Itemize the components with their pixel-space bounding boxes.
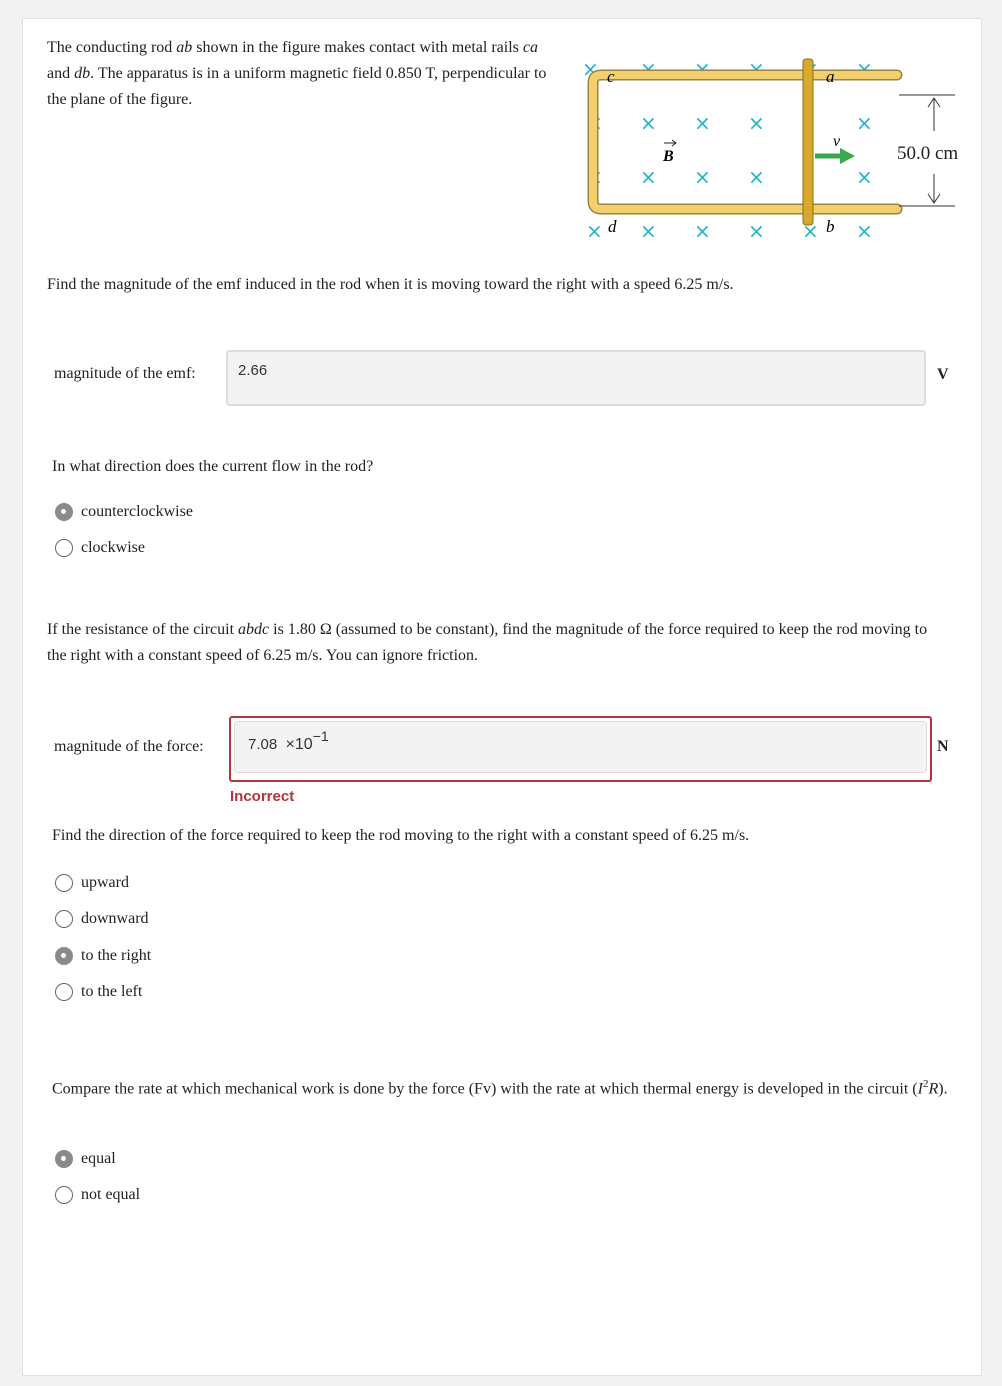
emf-answer-field[interactable]: 2.66	[226, 350, 926, 406]
field-into-page-mark: ×	[640, 111, 657, 135]
question-power-comparison: Compare the rate at which mechanical wor…	[52, 1070, 952, 1103]
radio-button[interactable]	[55, 983, 73, 1001]
point-b-label: b	[826, 217, 835, 236]
radio-button[interactable]	[55, 874, 73, 892]
question-force-direction: Find the direction of the force required…	[52, 827, 750, 844]
intro-text: shown in the figure makes contact with m…	[192, 39, 523, 56]
intro-text: The conducting rod	[47, 39, 177, 56]
question-page: The conducting rod ab shown in the figur…	[22, 18, 982, 1376]
question-emf: Find the magnitude of the emf induced in…	[47, 276, 734, 293]
point-d-label: d	[608, 217, 617, 236]
option-to-the-left[interactable]: to the left	[55, 981, 142, 1003]
option-label: equal	[81, 1150, 116, 1167]
option-label: to the right	[81, 947, 152, 964]
field-into-page-mark: ×	[856, 165, 873, 189]
velocity-arrowhead	[840, 148, 855, 164]
option-label: counterclockwise	[81, 503, 193, 520]
rail-outline	[587, 69, 903, 215]
radio-button[interactable]	[55, 539, 73, 557]
force-input[interactable]: 7.08 ×10−1	[234, 721, 927, 773]
conducting-rod	[802, 58, 814, 226]
option-to-the-right[interactable]: to the right	[55, 945, 151, 967]
rod-label: ab	[176, 39, 193, 56]
question-current-direction: In what direction does the current flow …	[52, 458, 374, 475]
field-into-page-mark: ×	[586, 219, 603, 237]
force-mantissa: 7.08	[248, 736, 278, 753]
point-c-label: c	[607, 67, 615, 86]
radio-button[interactable]	[55, 503, 73, 521]
metal-rails	[589, 71, 901, 213]
option-not-equal[interactable]: not equal	[55, 1184, 140, 1206]
option-equal[interactable]: equal	[55, 1148, 116, 1170]
velocity-label: v	[833, 133, 841, 150]
problem-intro: The conducting rod ab shown in the figur…	[47, 35, 547, 113]
field-into-page-mark: ×	[694, 111, 711, 135]
option-upward[interactable]: upward	[55, 872, 129, 894]
resistance-symbol: R	[928, 1080, 939, 1098]
radio-button[interactable]	[55, 1186, 73, 1204]
field-into-page-mark: ×	[694, 165, 711, 189]
option-label: not equal	[81, 1186, 141, 1203]
emf-unit: V	[937, 366, 949, 383]
force-value: 7.08 ×10−1	[248, 728, 329, 754]
field-into-page-mark: ×	[856, 219, 873, 237]
circuit-label: abdc	[238, 621, 270, 638]
option-label: upward	[81, 874, 129, 891]
option-downward[interactable]: downward	[55, 908, 149, 930]
field-into-page-mark: ×	[640, 219, 657, 237]
option-label: downward	[81, 910, 149, 927]
option-label: to the left	[81, 983, 143, 1000]
question-text: If the resistance of the circuit	[47, 621, 239, 638]
force-label: magnitude of the force:	[54, 738, 204, 755]
field-into-page-mark: ×	[694, 219, 711, 237]
option-label: clockwise	[81, 539, 145, 556]
question-force-magnitude: If the resistance of the circuit abdc is…	[47, 617, 947, 669]
force-unit: N	[937, 738, 949, 755]
force-exponent: −1	[312, 728, 329, 744]
incorrect-feedback: Incorrect	[230, 788, 295, 805]
rod-rail-figure: ×××××××××××××××××××××× 50.0 cm c a d b B…	[582, 57, 958, 237]
force-answer-field[interactable]: 7.08 ×10−1	[229, 716, 932, 782]
field-into-page-mark: ×	[640, 165, 657, 189]
field-into-page-mark: ×	[748, 219, 765, 237]
option-clockwise[interactable]: clockwise	[55, 537, 145, 559]
force-times-ten: ×10	[285, 736, 313, 753]
emf-label: magnitude of the emf:	[54, 365, 196, 382]
field-into-page-mark: ×	[748, 111, 765, 135]
field-into-page-mark: ×	[856, 111, 873, 135]
rail-label: ca	[522, 39, 538, 56]
rail-label: db	[74, 65, 91, 82]
intro-text: and	[47, 65, 75, 82]
field-into-page-mark: ×	[748, 165, 765, 189]
radio-button[interactable]	[55, 910, 73, 928]
point-a-label: a	[826, 67, 835, 86]
question-text: ).	[938, 1080, 948, 1098]
intro-text: . The apparatus is in a uniform magnetic…	[47, 65, 547, 108]
option-counterclockwise[interactable]: counterclockwise	[55, 501, 193, 523]
radio-button[interactable]	[55, 1150, 73, 1168]
field-B-label: B	[662, 148, 674, 165]
question-text: Compare the rate at which mechanical wor…	[52, 1080, 918, 1098]
dimension-label: 50.0 cm	[897, 143, 958, 164]
radio-button[interactable]	[55, 947, 73, 965]
